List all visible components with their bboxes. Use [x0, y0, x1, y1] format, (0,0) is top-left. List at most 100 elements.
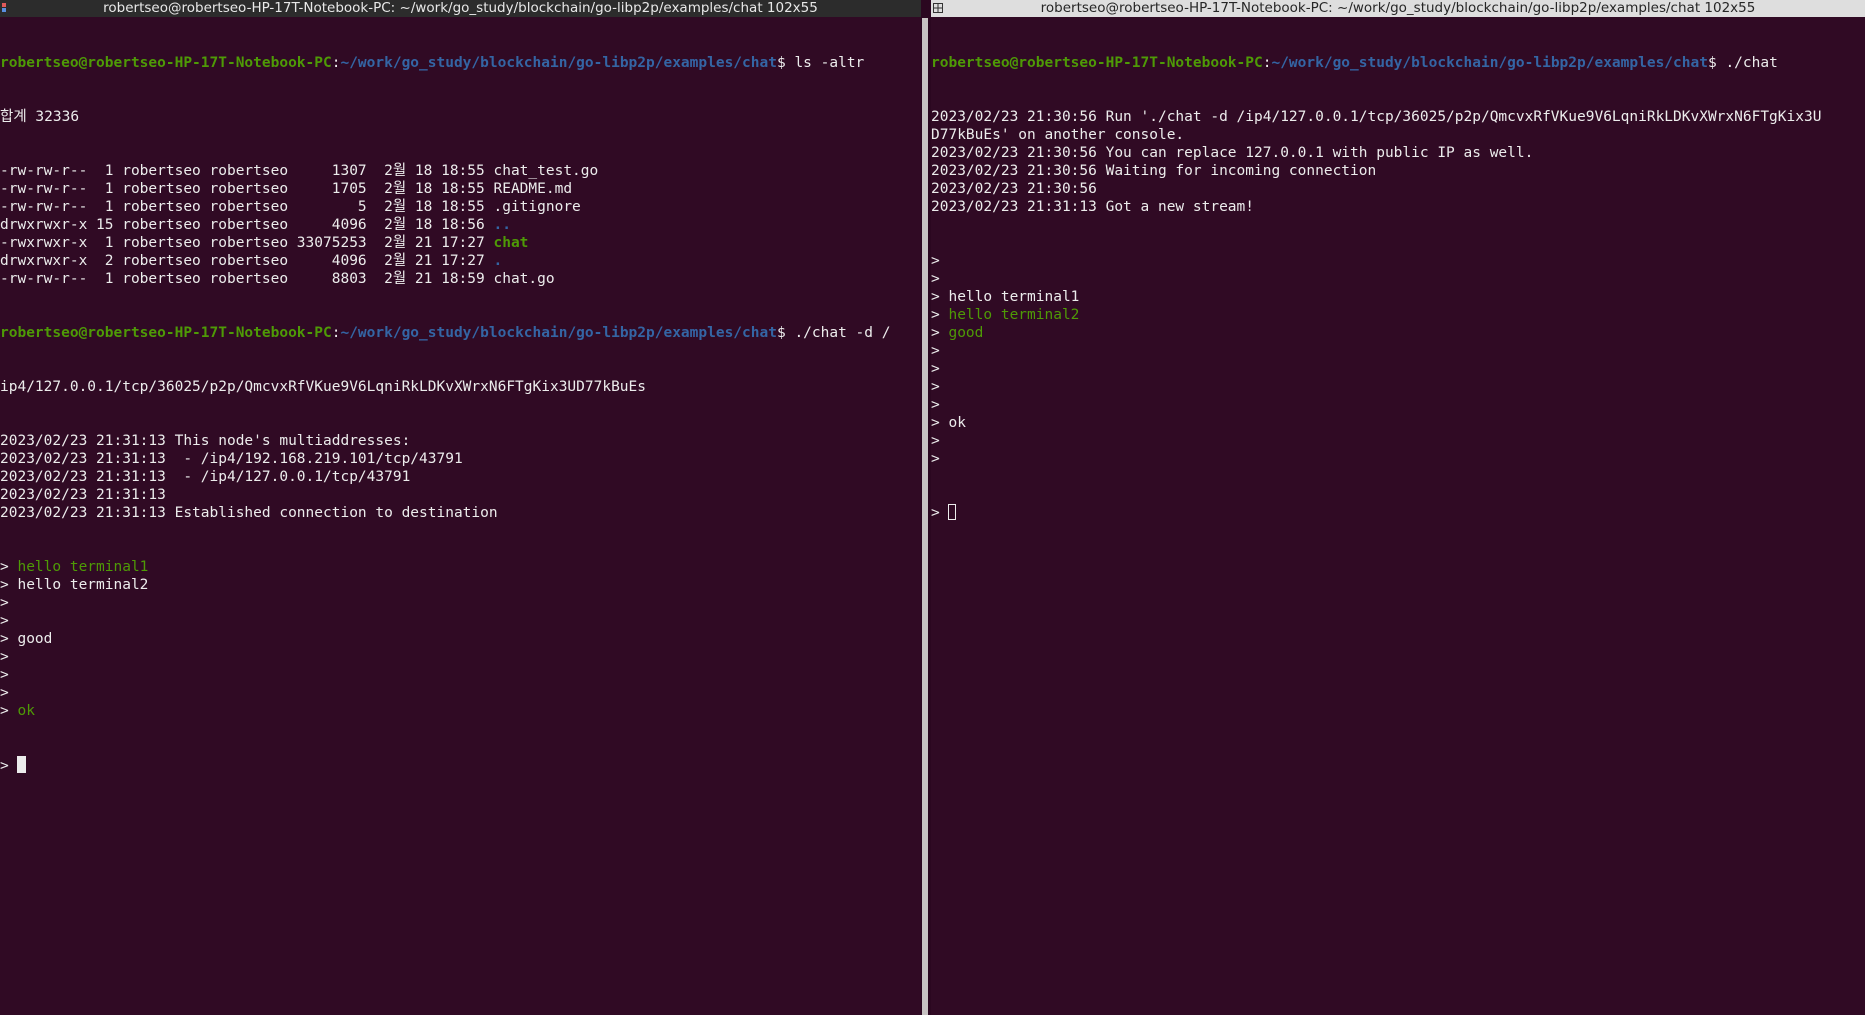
prompt-end: $	[776, 325, 795, 341]
log-output: 2023/02/23 21:31:13 This node's multiadd…	[0, 432, 921, 522]
command-text: ./chat -d /	[794, 325, 891, 341]
ls-row: -rwxrwxr-x 1 robertseo robertseo 3307525…	[0, 234, 921, 252]
command-text: ./chat	[1725, 55, 1778, 71]
chat-prompt: >	[0, 649, 9, 665]
output-line: 합계 32336	[0, 109, 80, 125]
local-message: hello terminal1	[948, 289, 1080, 305]
right-terminal-output[interactable]: robertseo@robertseo-HP-17T-Notebook-PC:~…	[931, 18, 1865, 1015]
chat-prompt: >	[931, 379, 940, 395]
terminal-split-icon	[2, 3, 6, 12]
chat-prompt: >	[931, 361, 940, 377]
ls-output: -rw-rw-r-- 1 robertseo robertseo 1307 2월…	[0, 162, 921, 288]
chat-input-line[interactable]: >	[0, 756, 921, 774]
log-line: 2023/02/23 21:30:56	[931, 181, 1097, 197]
chat-line: >	[931, 360, 1865, 378]
chat-prompt: >	[931, 307, 949, 323]
ls-row-filename: chat.go	[493, 271, 555, 287]
remote-message: hello terminal2	[948, 307, 1080, 323]
local-message: ok	[948, 415, 966, 431]
log-line: 2023/02/23 21:30:56 Run './chat -d /ip4/…	[931, 109, 1822, 125]
chat-input-line[interactable]: >	[931, 504, 1865, 522]
log-line: 2023/02/23 21:30:56 You can replace 127.…	[931, 145, 1534, 161]
ls-row-filename: .gitignore	[493, 199, 581, 215]
ls-row-meta: drwxrwxr-x 15 robertseo robertseo 4096 2…	[0, 217, 494, 233]
remote-message: ok	[17, 703, 35, 719]
log-line: 2023/02/23 21:31:13	[0, 487, 166, 503]
chat-prompt: >	[0, 631, 18, 647]
pane-divider[interactable]	[921, 0, 931, 1015]
chat-line: > good	[931, 324, 1865, 342]
log-line: 2023/02/23 21:31:13 Got a new stream!	[931, 199, 1255, 215]
ls-row: drwxrwxr-x 2 robertseo robertseo 4096 2월…	[0, 252, 921, 270]
chat-messages: > > > hello terminal1 > hello terminal2 > go…	[931, 252, 1865, 468]
chat-prompt: >	[0, 559, 18, 575]
chat-line: > hello terminal1	[931, 288, 1865, 306]
chat-line: >	[0, 648, 921, 666]
prompt-path: ~/work/go_study/blockchain/go-libp2p/exa…	[340, 55, 777, 71]
ls-row-meta: -rw-rw-r-- 1 robertseo robertseo 8803 2월…	[0, 271, 494, 287]
left-terminal-titlebar: robertseo@robertseo-HP-17T-Notebook-PC: …	[0, 0, 921, 17]
ls-row-meta: drwxrwxr-x 2 robertseo robertseo 4096 2월…	[0, 253, 494, 269]
chat-line: > ok	[0, 702, 921, 720]
divider-handle[interactable]	[922, 18, 928, 1015]
local-message: good	[17, 631, 53, 647]
right-terminal-titlebar: robertseo@robertseo-HP-17T-Notebook-PC: …	[931, 0, 1865, 17]
log-line: D77kBuEs' on another console.	[931, 127, 1185, 143]
log-line: 2023/02/23 21:31:13 Established connecti…	[0, 505, 498, 521]
chat-prompt: >	[931, 451, 940, 467]
chat-line: > hello terminal2	[0, 576, 921, 594]
prompt-line: robertseo@robertseo-HP-17T-Notebook-PC:~…	[0, 54, 921, 72]
log-output: 2023/02/23 21:30:56 Run './chat -d /ip4/…	[931, 108, 1865, 216]
ls-row-meta: -rwxrwxr-x 1 robertseo robertseo 3307525…	[0, 235, 494, 251]
chat-line: >	[931, 342, 1865, 360]
text-cursor	[948, 504, 957, 520]
prompt-path: ~/work/go_study/blockchain/go-libp2p/exa…	[1271, 55, 1708, 71]
chat-messages: > hello terminal1 > hello terminal2 > > > go…	[0, 558, 921, 720]
left-terminal-output[interactable]: robertseo@robertseo-HP-17T-Notebook-PC:~…	[0, 18, 921, 1015]
chat-line: > hello terminal1	[0, 558, 921, 576]
remote-message: hello terminal1	[17, 559, 149, 575]
command-text: ls -altr	[794, 55, 865, 71]
chat-line: >	[0, 666, 921, 684]
chat-line: >	[931, 252, 1865, 270]
local-message: hello terminal2	[17, 577, 149, 593]
right-terminal-pane[interactable]: robertseo@robertseo-HP-17T-Notebook-PC: …	[931, 0, 1865, 1015]
chat-line: > hello terminal2	[931, 306, 1865, 324]
ls-row: drwxrwxr-x 15 robertseo robertseo 4096 2…	[0, 216, 921, 234]
prompt-user: robertseo@robertseo-HP-17T-Notebook-PC	[931, 55, 1263, 71]
chat-prompt: >	[0, 703, 18, 719]
ls-row-filename: .	[493, 253, 503, 269]
chat-prompt: >	[931, 397, 940, 413]
chat-line: >	[0, 612, 921, 630]
input-prompt: >	[0, 758, 18, 774]
ls-row-filename: README.md	[493, 181, 573, 197]
input-prompt: >	[931, 505, 949, 521]
ls-row-meta: -rw-rw-r-- 1 robertseo robertseo 1307 2월…	[0, 163, 494, 179]
log-line: 2023/02/23 21:31:13 - /ip4/127.0.0.1/tcp…	[0, 469, 411, 485]
chat-prompt: >	[0, 685, 9, 701]
text-cursor	[17, 756, 27, 773]
left-terminal-pane[interactable]: robertseo@robertseo-HP-17T-Notebook-PC: …	[0, 0, 921, 1015]
prompt-path: ~/work/go_study/blockchain/go-libp2p/exa…	[340, 325, 777, 341]
grid-layout-icon	[933, 3, 943, 13]
ls-row: -rw-rw-r-- 1 robertseo robertseo 1705 2월…	[0, 180, 921, 198]
chat-line: >	[931, 450, 1865, 468]
chat-line: >	[0, 594, 921, 612]
prompt-line: robertseo@robertseo-HP-17T-Notebook-PC:~…	[931, 54, 1865, 72]
log-line: 2023/02/23 21:30:56 Waiting for incoming…	[931, 163, 1377, 179]
chat-line: >	[0, 684, 921, 702]
chat-prompt: >	[0, 577, 18, 593]
output-line: ip4/127.0.0.1/tcp/36025/p2p/QmcvxRfVKue9…	[0, 379, 647, 395]
chat-prompt: >	[0, 613, 9, 629]
remote-message: good	[948, 325, 984, 341]
left-terminal-title: robertseo@robertseo-HP-17T-Notebook-PC: …	[103, 0, 818, 16]
prompt-user: robertseo@robertseo-HP-17T-Notebook-PC	[0, 325, 332, 341]
ls-row: -rw-rw-r-- 1 robertseo robertseo 1307 2월…	[0, 162, 921, 180]
chat-line: > ok	[931, 414, 1865, 432]
ls-row-filename: ..	[493, 217, 511, 233]
chat-prompt: >	[0, 667, 9, 683]
ls-row-filename: chat_test.go	[493, 163, 599, 179]
prompt-end: $	[1707, 55, 1726, 71]
ls-row: -rw-rw-r-- 1 robertseo robertseo 5 2월 18…	[0, 198, 921, 216]
prompt-end: $	[776, 55, 795, 71]
